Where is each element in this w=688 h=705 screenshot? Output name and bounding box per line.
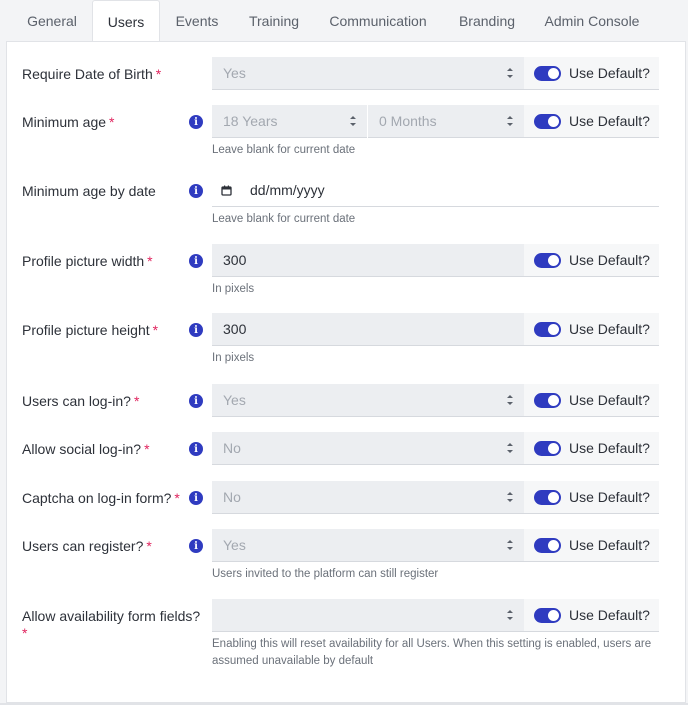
register-select[interactable]: Yes — [212, 529, 524, 562]
settings-panel: Require Date of Birth * Yes Use Default? … — [6, 41, 686, 703]
info-icon[interactable]: i — [189, 491, 203, 505]
required-mark: * — [152, 322, 159, 338]
tab-branding[interactable]: Branding — [446, 0, 528, 42]
min-age-date-input[interactable]: dd/mm/yyyy — [212, 174, 659, 207]
required-mark: * — [144, 441, 150, 457]
pic-height-input[interactable]: 300 — [212, 313, 524, 346]
setting-label: Captcha on log-in form? * — [22, 490, 180, 506]
use-default-toggle[interactable]: Use Default? — [524, 432, 659, 465]
setting-label: Profile picture height * — [22, 322, 159, 338]
use-default-toggle[interactable]: Use Default? — [524, 384, 659, 417]
setting-label: Users can register? * — [22, 538, 152, 554]
required-mark: * — [147, 253, 153, 269]
toggle-switch[interactable] — [534, 65, 561, 81]
setting-label: Minimum age by date — [22, 183, 156, 199]
help-text: In pixels — [212, 283, 255, 295]
use-default-toggle[interactable]: Use Default? — [524, 57, 659, 90]
select-caret-icon — [507, 492, 513, 502]
info-icon[interactable]: i — [189, 184, 203, 198]
calendar-icon[interactable] — [221, 185, 232, 196]
info-icon[interactable]: i — [189, 323, 203, 337]
tab-general[interactable]: General — [14, 0, 90, 42]
select-caret-icon — [507, 610, 513, 620]
select-caret-icon — [507, 395, 513, 405]
tab-admin-console[interactable]: Admin Console — [536, 0, 648, 42]
help-text: Leave blank for current date — [212, 144, 356, 156]
min-age-months-select[interactable]: 0 Months — [368, 105, 524, 138]
select-caret-icon — [350, 116, 356, 126]
setting-label: Minimum age * — [22, 114, 115, 130]
select-caret-icon — [507, 540, 513, 550]
use-default-toggle[interactable]: Use Default? — [524, 313, 659, 346]
min-age-years-select[interactable]: 18 Years — [212, 105, 367, 138]
toggle-switch[interactable] — [534, 607, 561, 623]
required-mark: * — [133, 393, 140, 409]
toggle-switch[interactable] — [534, 321, 561, 337]
captcha-select[interactable]: No — [212, 481, 524, 514]
required-mark: * — [155, 66, 162, 82]
setting-label: Require Date of Birth * — [22, 66, 162, 82]
toggle-switch[interactable] — [534, 392, 561, 408]
setting-label: Users can log-in? * — [22, 393, 140, 409]
required-mark: * — [146, 538, 152, 554]
info-icon[interactable]: i — [189, 394, 203, 408]
info-icon[interactable]: i — [189, 442, 203, 456]
use-default-toggle[interactable]: Use Default? — [524, 529, 659, 562]
info-icon[interactable]: i — [189, 539, 203, 553]
setting-label: Allow availability form fields? * — [22, 608, 201, 641]
help-text: In pixels — [212, 352, 255, 364]
required-mark: * — [174, 490, 180, 506]
toggle-switch[interactable] — [534, 489, 561, 505]
select-caret-icon — [507, 443, 513, 453]
required-mark: * — [109, 114, 115, 130]
dob-select[interactable]: Yes — [212, 57, 524, 90]
tab-training[interactable]: Training — [236, 0, 312, 42]
info-icon[interactable]: i — [189, 115, 203, 129]
required-mark: * — [22, 625, 28, 641]
social-login-select[interactable]: No — [212, 432, 524, 465]
toggle-switch[interactable] — [534, 440, 561, 456]
tab-events[interactable]: Events — [162, 0, 232, 42]
setting-label: Profile picture width * — [22, 253, 153, 269]
help-text: Users invited to the platform can still … — [212, 568, 439, 580]
help-text: Leave blank for current date — [212, 213, 356, 225]
setting-label: Allow social log-in? * — [22, 441, 150, 457]
select-caret-icon — [507, 68, 513, 78]
use-default-toggle[interactable]: Use Default? — [524, 599, 659, 632]
settings-tabs: General Users Events Training Communicat… — [0, 0, 688, 43]
toggle-switch[interactable] — [534, 113, 561, 129]
info-icon[interactable]: i — [189, 254, 203, 268]
tab-communication[interactable]: Communication — [318, 0, 438, 42]
use-default-toggle[interactable]: Use Default? — [524, 244, 659, 277]
pic-width-input[interactable]: 300 — [212, 244, 524, 277]
use-default-toggle[interactable]: Use Default? — [524, 481, 659, 514]
use-default-toggle[interactable]: Use Default? — [524, 105, 659, 138]
toggle-switch[interactable] — [534, 537, 561, 553]
help-text: Enabling this will reset availability fo… — [212, 638, 652, 667]
tab-users[interactable]: Users — [92, 0, 160, 43]
toggle-switch[interactable] — [534, 252, 561, 268]
select-caret-icon — [507, 116, 513, 126]
availability-select[interactable] — [212, 599, 524, 632]
login-select[interactable]: Yes — [212, 384, 524, 417]
